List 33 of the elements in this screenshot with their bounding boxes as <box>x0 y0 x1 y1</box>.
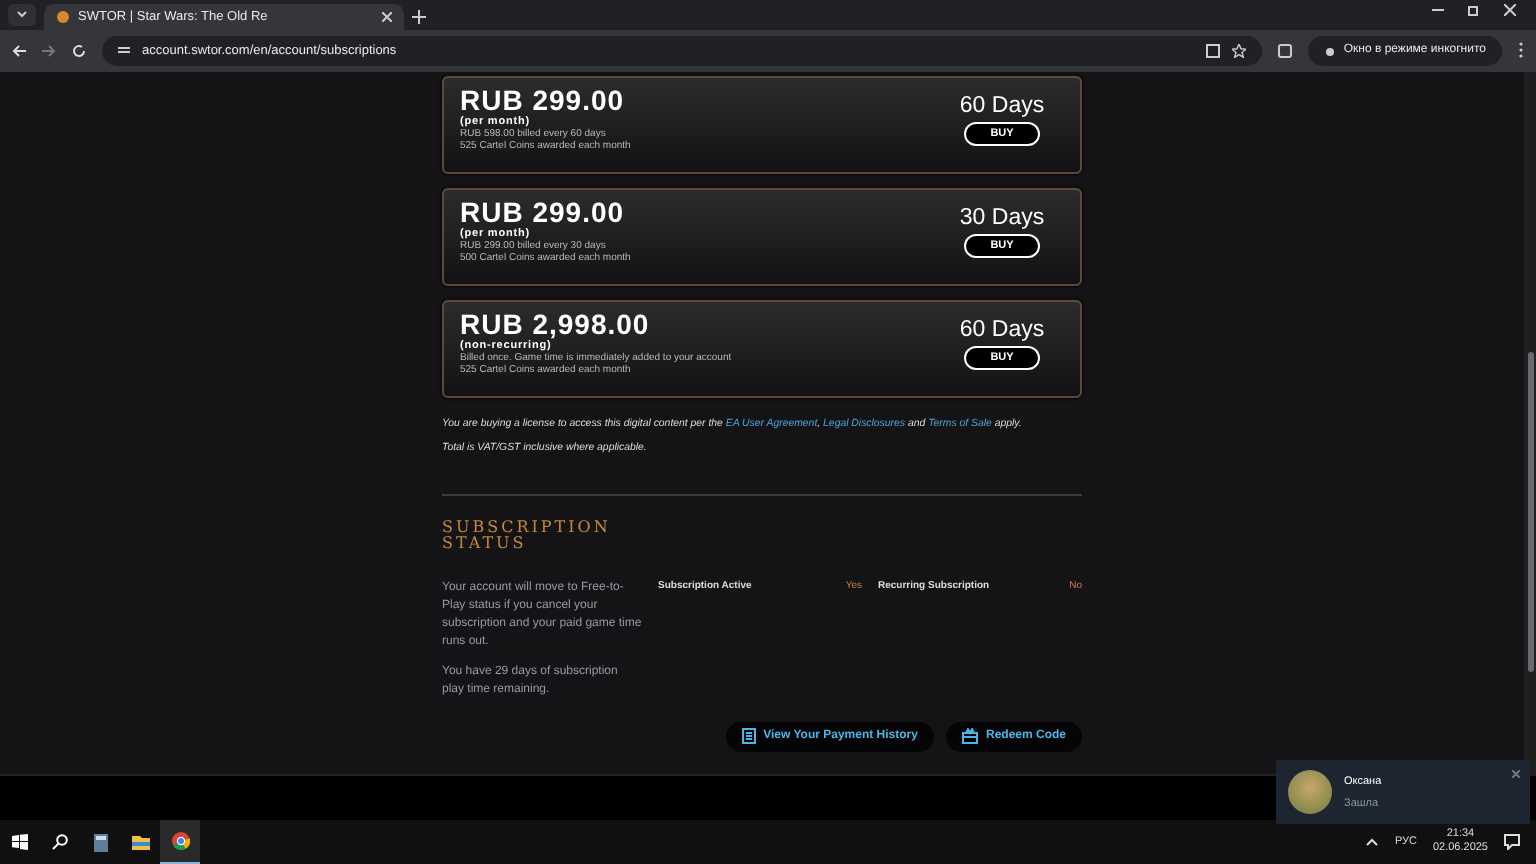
plan-duration: 30 Days <box>959 205 1045 232</box>
chevron-down-icon <box>16 10 28 19</box>
gift-icon <box>961 728 978 745</box>
plan-price: RUB 2,998.00 <box>460 309 652 340</box>
close-icon[interactable] <box>1504 4 1516 17</box>
plan-price: RUB 299.00 <box>460 85 627 116</box>
plan-price: RUB 299.00 <box>460 197 627 228</box>
plan-duration: 60 Days <box>959 93 1045 120</box>
list-icon <box>741 728 756 745</box>
plan-duration: 60 Days <box>959 317 1045 344</box>
taskbar-app-button[interactable] <box>160 820 200 864</box>
bookmark-star-icon[interactable] <box>1231 43 1246 58</box>
site-logo-icon <box>56 9 70 24</box>
action-center-icon[interactable] <box>1504 834 1520 851</box>
forward-icon[interactable] <box>42 43 56 58</box>
reload-icon[interactable] <box>72 43 86 58</box>
minimize-icon[interactable] <box>1432 4 1444 17</box>
restore-icon[interactable] <box>1468 4 1480 17</box>
incognito-icon <box>1323 44 1336 57</box>
calculator-icon <box>93 833 107 852</box>
avatar <box>1288 770 1332 815</box>
scrollbar-thumb[interactable] <box>1527 351 1533 672</box>
tab-list-button[interactable] <box>8 3 36 26</box>
section-heading: SUBSCRIPTION STATUS <box>442 519 613 554</box>
windows-logo-icon <box>12 834 28 851</box>
menu-icon[interactable] <box>1518 42 1524 59</box>
new-tab-icon[interactable] <box>412 9 426 24</box>
search-icon <box>52 834 68 851</box>
folder-icon <box>131 835 149 850</box>
close-tab-icon[interactable] <box>382 11 392 22</box>
back-icon[interactable] <box>12 43 26 58</box>
tray-chevron-icon[interactable] <box>1366 838 1379 847</box>
browser-icon <box>171 832 189 851</box>
